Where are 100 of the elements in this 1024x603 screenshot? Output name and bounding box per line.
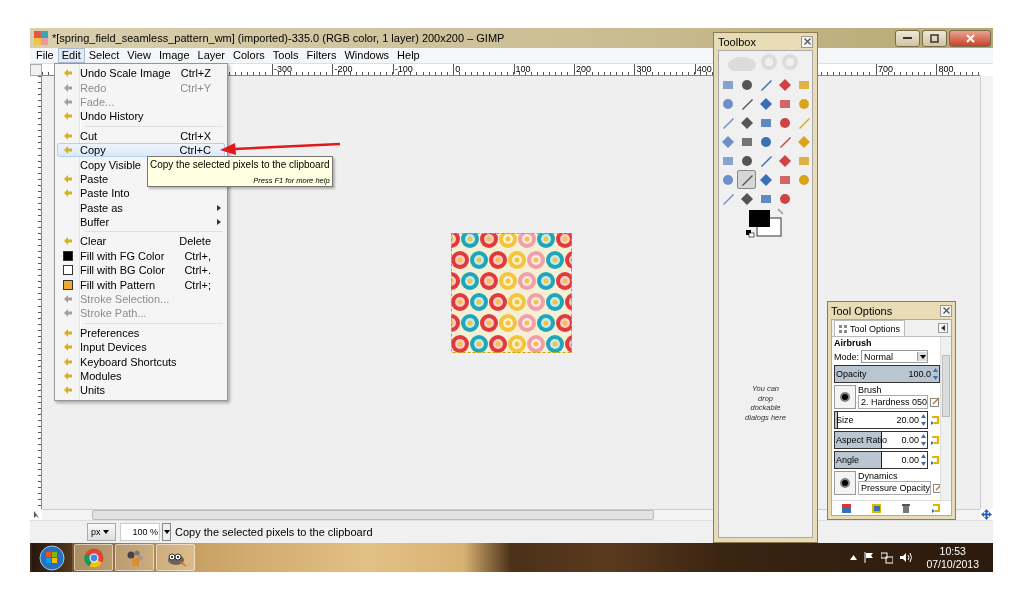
menu-item[interactable]: Units: [57, 383, 225, 398]
tool-icon: [758, 96, 773, 111]
tool-icon: [777, 153, 792, 168]
flag-icon[interactable]: [864, 552, 875, 563]
submenu-arrow-icon: [217, 204, 221, 211]
tool-icon: [777, 191, 792, 206]
menu-item[interactable]: Windows: [340, 48, 394, 63]
tool-icon: [720, 134, 735, 149]
ruler-label: -300: [272, 64, 292, 74]
browser-icon: [83, 547, 104, 568]
minimize-button[interactable]: [895, 29, 920, 47]
gimp-taskbar-button[interactable]: [156, 544, 195, 571]
maximize-button[interactable]: [922, 29, 947, 47]
ruler-label: 700: [876, 64, 894, 74]
action-icon: [63, 82, 73, 93]
show-hidden-icons-icon[interactable]: [850, 555, 858, 560]
ruler-label: 800: [936, 64, 954, 74]
tool-button[interactable]: [737, 170, 756, 189]
menu-item[interactable]: Undo History: [57, 109, 225, 124]
menu-item[interactable]: View: [123, 48, 155, 63]
field-label: Dynamics: [858, 471, 899, 481]
close-icon: [942, 307, 950, 314]
zoom-dropdown-button[interactable]: [162, 523, 171, 541]
zoom-field[interactable]: 100 %: [120, 523, 160, 541]
menu-item[interactable]: Image: [154, 48, 194, 63]
mode-dropdown[interactable]: Normal: [861, 350, 928, 363]
action-icon: [63, 327, 73, 338]
ruler-label: 400: [694, 64, 712, 74]
clock-date[interactable]: 07/10/2013: [926, 557, 979, 571]
spin-arrows-icon[interactable]: [921, 454, 926, 466]
action-icon: [63, 111, 73, 122]
menu-item[interactable]: Cut Ctrl+X: [57, 128, 225, 143]
menu-item[interactable]: Buffer: [57, 214, 225, 230]
tool-name: Airbrush: [834, 338, 873, 348]
menu-item[interactable]: Clear Delete: [57, 234, 225, 249]
menu-item[interactable]: Colors: [229, 48, 269, 63]
ruler-label: -100: [392, 64, 413, 74]
tool-icon: [739, 153, 754, 168]
speaker-icon[interactable]: [900, 552, 913, 563]
menu-item[interactable]: Modules: [57, 368, 225, 384]
trash-icon[interactable]: [901, 503, 910, 513]
close-button[interactable]: [949, 29, 991, 47]
menu-item[interactable]: Keyboard Shortcuts: [57, 354, 225, 369]
tool-icon: [720, 172, 735, 187]
spin-arrows-icon[interactable]: [921, 414, 926, 426]
spin-arrows-icon[interactable]: [933, 368, 938, 380]
resource-field[interactable]: Pressure Opacity: [858, 481, 932, 495]
action-icon: [63, 294, 73, 305]
restore-icon[interactable]: [872, 503, 882, 513]
menu-item[interactable]: Preferences: [57, 325, 225, 341]
maximize-icon: [930, 33, 939, 43]
menu-item[interactable]: Fill with FG Color Ctrl+,: [57, 248, 225, 264]
slider-field[interactable]: Angle 0.00: [834, 451, 928, 469]
edit-icon[interactable]: [933, 483, 940, 493]
menu-item[interactable]: Select: [84, 48, 124, 63]
vertical-scrollbar[interactable]: [980, 76, 993, 509]
tab-menu-button[interactable]: [938, 323, 948, 333]
caret-icon: [941, 325, 945, 331]
tool-icon: [758, 134, 773, 149]
close-button[interactable]: [940, 304, 952, 317]
preview-button[interactable]: [834, 471, 856, 495]
menu-item[interactable]: Edit: [57, 48, 85, 63]
menu-item[interactable]: Help: [393, 48, 424, 63]
preview-button[interactable]: [834, 385, 856, 409]
action-icon: [63, 145, 73, 156]
network-icon[interactable]: [881, 551, 894, 564]
action-icon: [63, 236, 73, 247]
resource-field[interactable]: 2. Hardness 050: [858, 395, 929, 409]
minimize-icon: [903, 37, 912, 39]
save-icon[interactable]: [842, 503, 852, 513]
menu-item[interactable]: Paste as: [57, 200, 225, 215]
tooltip-text: Copy the selected pixels to the clipboard: [150, 158, 330, 171]
unit-dropdown[interactable]: px: [87, 523, 116, 541]
spin-arrows-icon[interactable]: [921, 434, 926, 446]
menu-item[interactable]: Undo Scale Image Ctrl+Z: [57, 66, 225, 81]
menu-item[interactable]: File: [32, 48, 58, 63]
close-button[interactable]: [801, 35, 813, 48]
slider-field[interactable]: Opacity 100.0: [834, 365, 940, 383]
vertical-scrollbar[interactable]: [940, 337, 951, 500]
ruler-label: 200: [574, 64, 592, 74]
action-icon: [63, 342, 73, 353]
ruler-label: 0: [453, 64, 461, 74]
menu-item[interactable]: Tools: [268, 48, 303, 63]
tool-icon: [777, 115, 792, 130]
menu-item[interactable]: Fill with Pattern Ctrl+;: [57, 277, 225, 292]
menu-item[interactable]: Filters: [302, 48, 341, 63]
edit-icon[interactable]: [930, 397, 940, 407]
panel-tab[interactable]: Tool Options: [834, 320, 906, 336]
clock-time[interactable]: 10:53: [939, 544, 966, 558]
menu-item[interactable]: Paste Into: [57, 186, 225, 201]
menu-item[interactable]: Copy Ctrl+C: [57, 142, 225, 158]
tool-icon: [739, 115, 754, 130]
reset-icon[interactable]: [930, 503, 941, 513]
start-button[interactable]: [32, 543, 72, 572]
app-taskbar-button[interactable]: [115, 544, 154, 571]
menu-item[interactable]: Input Devices: [57, 340, 225, 355]
scrollbar-thumb[interactable]: [92, 510, 654, 520]
menu-item[interactable]: Fill with BG Color Ctrl+.: [57, 263, 225, 278]
menu-item[interactable]: Layer: [193, 48, 230, 63]
action-icon: [63, 385, 73, 396]
